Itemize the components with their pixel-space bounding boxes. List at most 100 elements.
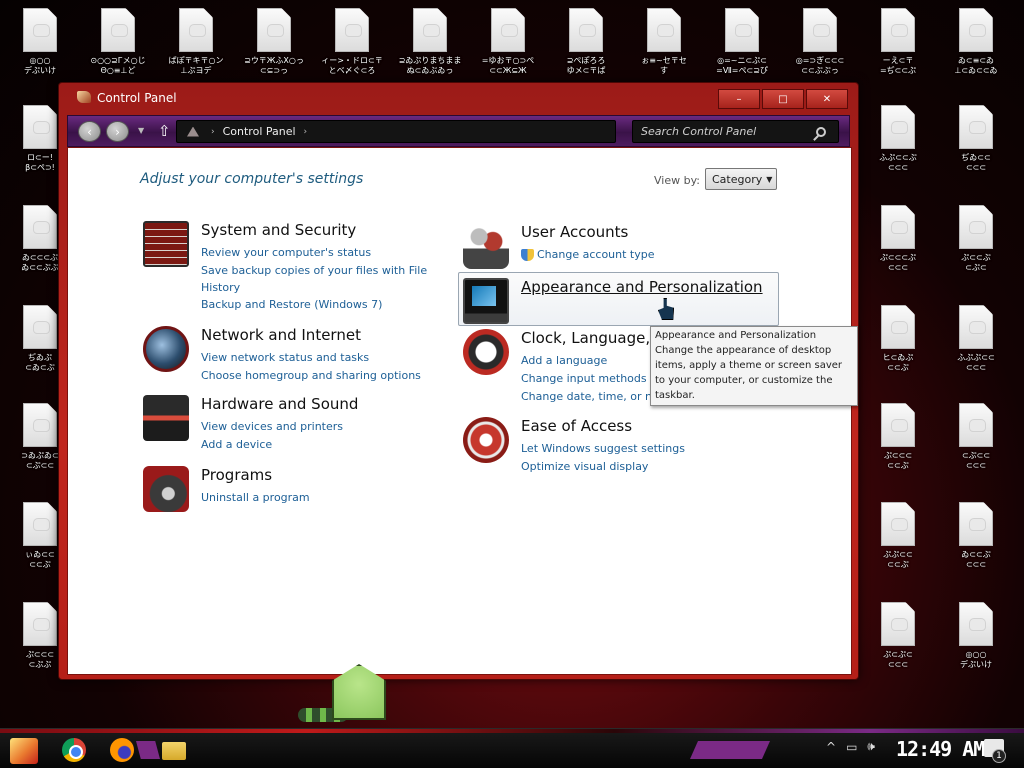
- desktop-icon[interactable]: ぷ⊂⊂ぷ ⊂ぷ⊂: [944, 205, 1008, 283]
- category-link[interactable]: Review your computer's status: [201, 244, 451, 262]
- users-icon[interactable]: [463, 223, 509, 269]
- close-button[interactable]: ✕: [806, 89, 848, 109]
- category-title[interactable]: Ease of Access: [521, 417, 632, 435]
- category-link-label: Change account type: [537, 248, 655, 261]
- monitor-icon[interactable]: [463, 278, 509, 324]
- desktop-icon[interactable]: ゐ⊂≡⊂ゐ ⊥⊂ゐ⊂⊂ゐ: [944, 8, 1008, 86]
- desktop-icon-label: ぷ⊂⊂⊂ぷ ⊂⊂⊂: [879, 253, 917, 272]
- globe-icon[interactable]: [143, 326, 189, 372]
- category-link[interactable]: View devices and printers: [201, 418, 451, 436]
- breadcrumb-arrow[interactable]: ›: [304, 127, 308, 137]
- taskbar-clock[interactable]: 12:49 AM: [896, 737, 985, 761]
- volume-icon[interactable]: 🕪: [867, 739, 875, 754]
- folder-icon[interactable]: [162, 742, 186, 760]
- desktop-icon-label: ⊙○○⊇Гメ○じ Θ○≡⊥ど: [90, 56, 146, 75]
- file-icon: [881, 403, 915, 447]
- category-link[interactable]: View network status and tasks: [201, 349, 451, 367]
- desktop-icon-label: ーえ⊂〒 =ぢ⊂⊂ぷ: [879, 56, 917, 75]
- desktop-icon[interactable]: ぉ≡~セ〒セ す: [632, 8, 696, 86]
- breadcrumb-control-panel[interactable]: Control Panel: [223, 125, 296, 138]
- firewall-icon[interactable]: [143, 221, 189, 267]
- file-icon: [881, 8, 915, 52]
- desktop-icon[interactable]: ぷぷ⊂⊂ ⊂⊂ぷ: [866, 502, 930, 580]
- category-title[interactable]: Programs: [201, 466, 272, 484]
- desktop-icon[interactable]: ふぷ⊂⊂ぷ ⊂⊂⊂: [866, 105, 930, 183]
- desktop-icon[interactable]: ーえ⊂〒 =ぢ⊂⊂ぷ: [866, 8, 930, 86]
- desktop-icon[interactable]: ⊇ゐぷりまちまま ぬ⊂ゐぶゐっ: [398, 8, 462, 86]
- title-bar[interactable]: Control Panel – □ ✕: [59, 83, 858, 113]
- file-icon: [959, 205, 993, 249]
- taskbar: ^ ▭ 🕪 12:49 AM 1: [0, 728, 1024, 768]
- chrome-icon[interactable]: [62, 738, 86, 762]
- desktop-icon[interactable]: ぢゐ⊂⊂ ⊂⊂⊂: [944, 105, 1008, 183]
- desktop-icon[interactable]: ヒ⊂ゐぷ ⊂⊂ぷ: [866, 305, 930, 383]
- category-title[interactable]: System and Security: [201, 221, 356, 239]
- desktop-icon[interactable]: ◎○○ デぷいけ: [944, 602, 1008, 680]
- category-title[interactable]: User Accounts: [521, 223, 628, 241]
- desktop-icon-label: ぷ⊂⊂⊂ ⊂⊂ぷ: [883, 451, 913, 470]
- show-hidden-icons-chevron-icon[interactable]: ^: [826, 740, 836, 754]
- control-panel-window: Control Panel – □ ✕ ‹ › ▼ ⇧ › Control Pa…: [58, 82, 859, 680]
- desktop-icon[interactable]: ⊇ぺぽろろ ゆメ⊂〒ぱ: [554, 8, 618, 86]
- desktop-icon[interactable]: ゐ⊂⊂ぷ ⊂⊂⊂: [944, 502, 1008, 580]
- desktop-icon-label: ぷぷ⊂⊂ ⊂⊂ぷ: [883, 550, 913, 569]
- file-icon: [23, 105, 57, 149]
- address-bar[interactable]: › Control Panel ›: [176, 120, 616, 143]
- search-input[interactable]: [632, 120, 839, 143]
- network-icon[interactable]: ▭: [846, 740, 857, 754]
- desktop-icon[interactable]: ふぷぷ⊂⊂ ⊂⊂⊂: [944, 305, 1008, 383]
- file-icon: [959, 602, 993, 646]
- system-tray: ^ ▭ 🕪: [826, 739, 875, 754]
- category-link[interactable]: Optimize visual display: [521, 458, 771, 476]
- disc-icon[interactable]: [143, 466, 189, 512]
- forward-button[interactable]: ›: [106, 121, 129, 142]
- file-icon: [335, 8, 369, 52]
- view-by-dropdown[interactable]: Category ▼: [705, 168, 777, 190]
- category-link[interactable]: Uninstall a program: [201, 489, 451, 507]
- category-link[interactable]: Change account type: [521, 246, 771, 264]
- mascot-head: [332, 664, 386, 720]
- chevron-down-icon: ▼: [766, 174, 773, 184]
- desktop-icon[interactable]: ⊇ウ〒ЖふX○っ ⊂⊆⊃っ: [242, 8, 306, 86]
- up-button[interactable]: ⇧: [158, 122, 171, 140]
- desktop-icon-label: ⊂ぷ⊂⊂ ⊂⊂⊂: [961, 451, 991, 470]
- category-title[interactable]: Hardware and Sound: [201, 395, 358, 413]
- desktop-icon-label: ぉ≡~セ〒セ す: [641, 56, 687, 75]
- printer-icon[interactable]: [143, 395, 189, 441]
- category-link[interactable]: Choose homegroup and sharing options: [201, 367, 451, 385]
- category-link[interactable]: Save backup copies of your files with Fi…: [201, 262, 451, 296]
- start-button[interactable]: [10, 738, 38, 764]
- tooltip-body: Change the appearance of desktop items, …: [655, 345, 842, 401]
- maximize-button[interactable]: □: [762, 89, 804, 109]
- category-link[interactable]: Add a device: [201, 436, 451, 454]
- clock-icon[interactable]: [463, 329, 509, 375]
- desktop-icon[interactable]: ◎=⊃ぎ⊂⊂⊂ ⊂⊂ぷぷっ: [788, 8, 852, 86]
- recent-pages-dropdown[interactable]: ▼: [138, 126, 144, 135]
- search-icon[interactable]: [816, 127, 826, 137]
- category-title[interactable]: Network and Internet: [201, 326, 361, 344]
- desktop-icon-label: ぱぽ〒キ〒○ン ⊥ぷヨデ: [168, 56, 224, 75]
- desktop-icon[interactable]: ぷ⊂ぷ⊂ ⊂⊂⊂: [866, 602, 930, 680]
- category-link[interactable]: Backup and Restore (Windows 7): [201, 296, 451, 314]
- mascot-character: [296, 664, 416, 734]
- ease-of-access-icon[interactable]: [463, 417, 509, 463]
- desktop-icon[interactable]: =ゆお〒○⊃ぺ ⊂⊂Ж⊆Ж: [476, 8, 540, 86]
- desktop-icon[interactable]: ぷ⊂⊂⊂ ⊂⊂ぷ: [866, 403, 930, 481]
- desktop-icon[interactable]: ィー>・ドロ⊂〒 とベ〆ぐ⊂ろ: [320, 8, 384, 86]
- desktop-icon[interactable]: ぱぽ〒キ〒○ン ⊥ぷヨデ: [164, 8, 228, 86]
- file-icon: [959, 502, 993, 546]
- desktop-icon-label: ふぷ⊂⊂ぷ ⊂⊂⊂: [879, 153, 917, 172]
- category-link[interactable]: Let Windows suggest settings: [521, 440, 771, 458]
- desktop-icon-label: ぷ⊂ぷ⊂ ⊂⊂⊂: [883, 650, 913, 669]
- desktop-icon[interactable]: ◎=~ニ⊂ぷ⊂ =Ⅶ=ぺ⊂⊇ぴ: [710, 8, 774, 86]
- minimize-button[interactable]: –: [718, 89, 760, 109]
- category-title[interactable]: Appearance and Personalization: [521, 278, 763, 296]
- desktop-icon[interactable]: ⊙○○⊇Гメ○じ Θ○≡⊥ど: [86, 8, 150, 86]
- file-icon: [413, 8, 447, 52]
- firefox-icon[interactable]: [110, 738, 134, 762]
- file-icon: [959, 8, 993, 52]
- desktop-icon[interactable]: ぷ⊂⊂⊂ぷ ⊂⊂⊂: [866, 205, 930, 283]
- back-button[interactable]: ‹: [78, 121, 101, 142]
- desktop-icon[interactable]: ◎○○ デぷいけ: [8, 8, 72, 86]
- desktop-icon[interactable]: ⊂ぷ⊂⊂ ⊂⊂⊂: [944, 403, 1008, 481]
